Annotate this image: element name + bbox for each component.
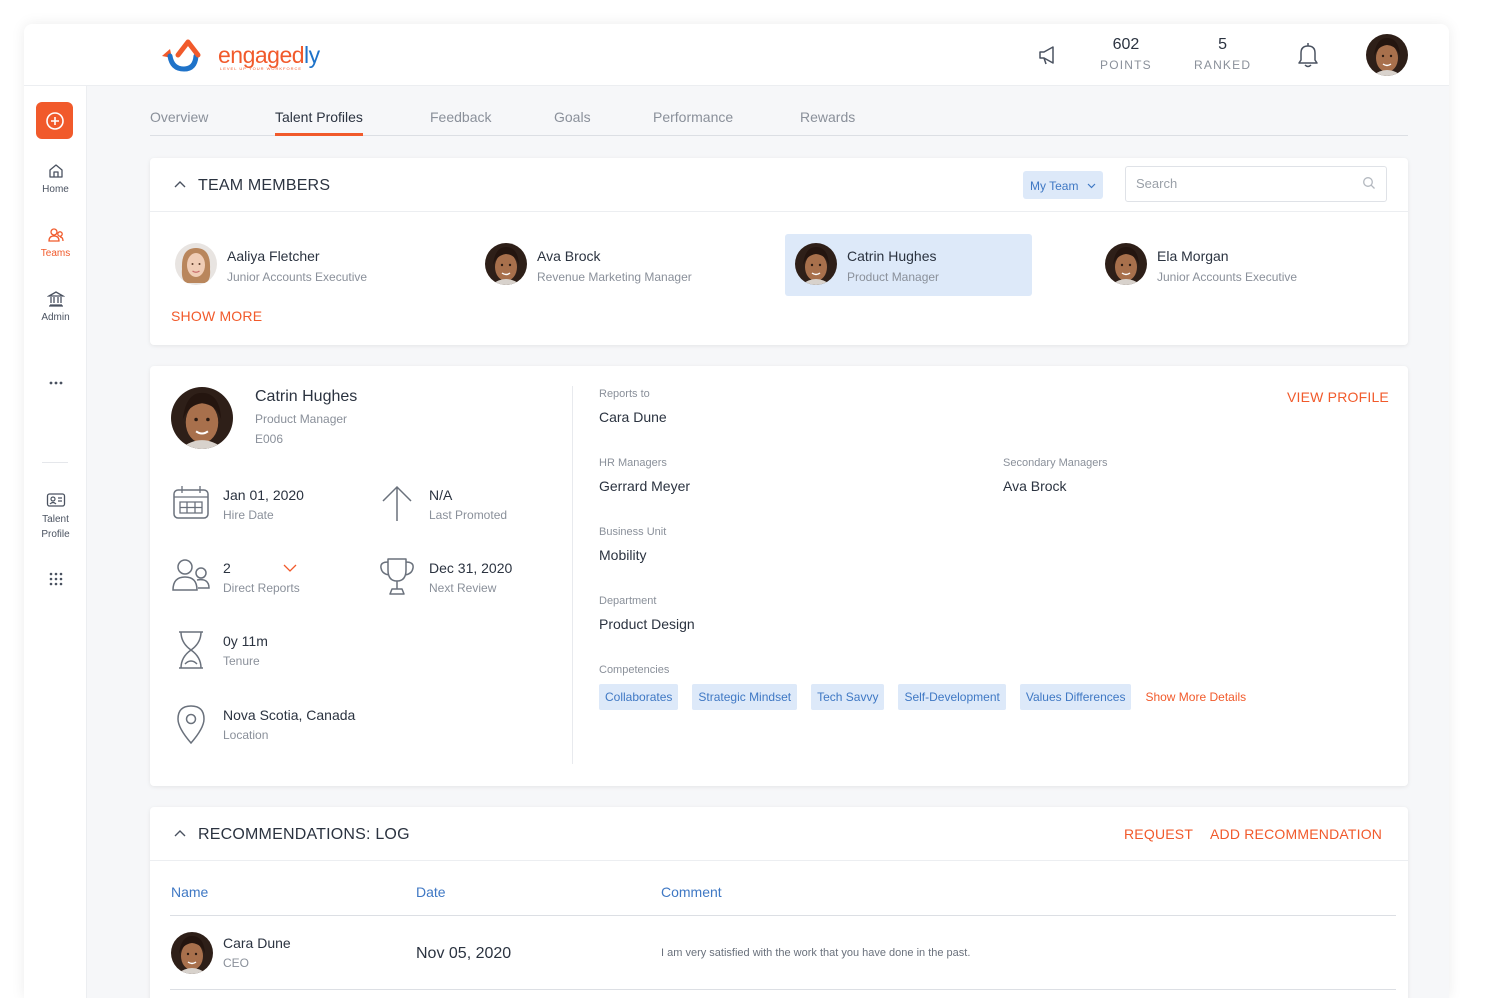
- competency-chip[interactable]: Values Differences: [1019, 684, 1132, 710]
- logo-tagline: LEVEL UP YOUR WORKFORCE: [220, 66, 303, 71]
- apps-grid-icon[interactable]: [24, 572, 87, 590]
- competency-chip[interactable]: Strategic Mindset: [692, 684, 798, 710]
- more-dots-icon[interactable]: [24, 380, 87, 390]
- column-header-name[interactable]: Name: [171, 884, 208, 900]
- recommendations-title: RECOMMENDATIONS: LOG: [198, 826, 410, 843]
- row-divider: [170, 989, 1396, 990]
- profile-divider: [572, 386, 573, 764]
- profile-avatar: [171, 387, 233, 449]
- hourglass-icon: [179, 631, 203, 669]
- tab-overview[interactable]: Overview: [150, 109, 208, 136]
- tab-talent-profiles[interactable]: Talent Profiles: [275, 109, 363, 136]
- admin-icon: [46, 291, 65, 307]
- team-filter-dropdown[interactable]: My Team: [1023, 171, 1103, 199]
- member-avatar: [485, 243, 527, 285]
- tab-rewards[interactable]: Rewards: [800, 109, 855, 136]
- department-field: Department Product Design: [599, 595, 695, 632]
- recommender-name: Cara Dune: [223, 935, 291, 951]
- competency-chip[interactable]: Tech Savvy: [811, 684, 885, 710]
- profile-name: Catrin Hughes: [255, 388, 358, 405]
- home-icon: [48, 164, 63, 178]
- recommendation-date: Nov 05, 2020: [416, 945, 512, 962]
- team-search: [1125, 166, 1387, 202]
- create-button[interactable]: [36, 102, 73, 139]
- bell-icon[interactable]: [1297, 42, 1319, 73]
- chevron-up-icon[interactable]: [174, 829, 186, 837]
- team-member-card[interactable]: Ava Brock Revenue Marketing Manager: [475, 234, 722, 296]
- chevron-down-icon[interactable]: [283, 564, 297, 573]
- view-profile-link[interactable]: VIEW PROFILE: [1287, 389, 1389, 405]
- profile-role: Product Manager: [255, 412, 348, 426]
- tab-goals[interactable]: Goals: [554, 109, 591, 136]
- recommendations-header: RECOMMENDATIONS: LOG REQUEST ADD RECOMME…: [150, 807, 1408, 861]
- ranked-stat[interactable]: 5 RANKED: [1194, 36, 1251, 72]
- competency-chip[interactable]: Self-Development: [898, 684, 1006, 710]
- sidebar-divider: [42, 462, 68, 463]
- engagedly-logo[interactable]: engagedly LEVEL UP YOUR WORKFORCE: [158, 36, 320, 74]
- competencies-label: Competencies: [599, 664, 670, 676]
- show-more-details-link[interactable]: Show More Details: [1145, 690, 1246, 704]
- teams-icon: [47, 228, 64, 242]
- app-window: engagedly LEVEL UP YOUR WORKFORCE 602 PO…: [24, 24, 1449, 998]
- chevron-down-icon: [1087, 178, 1096, 192]
- reports-to-field: Reports to Cara Dune: [599, 388, 667, 425]
- sidebar-item-home[interactable]: Home: [24, 162, 87, 195]
- chevron-up-icon[interactable]: [174, 180, 186, 188]
- main-tabs: Overview Talent Profiles Feedback Goals …: [150, 106, 1408, 136]
- plus-circle-icon: [45, 111, 64, 130]
- competency-chip[interactable]: Collaborates: [599, 684, 679, 710]
- search-input[interactable]: [1136, 176, 1356, 191]
- user-avatar[interactable]: [1366, 34, 1408, 76]
- search-icon[interactable]: [1362, 176, 1376, 195]
- member-avatar: [1105, 243, 1147, 285]
- team-member-card[interactable]: Ela Morgan Junior Accounts Executive: [1095, 234, 1342, 296]
- recommender-avatar: [171, 932, 213, 974]
- recommendation-comment: I am very satisfied with the work that y…: [661, 947, 971, 959]
- member-avatar: [175, 243, 217, 285]
- top-bar: engagedly LEVEL UP YOUR WORKFORCE 602 PO…: [24, 24, 1449, 86]
- profile-card: Catrin Hughes Product Manager E006 Jan 0…: [150, 366, 1408, 786]
- logo-mark-icon: [162, 39, 201, 72]
- recommender-title: CEO: [223, 956, 250, 970]
- column-header-date[interactable]: Date: [416, 884, 446, 900]
- points-stat[interactable]: 602 POINTS: [1100, 36, 1152, 72]
- tab-performance[interactable]: Performance: [653, 109, 733, 136]
- team-member-card[interactable]: Aaliya Fletcher Junior Accounts Executiv…: [165, 234, 412, 296]
- tab-feedback[interactable]: Feedback: [430, 109, 491, 136]
- trophy-icon: [380, 558, 414, 595]
- megaphone-icon[interactable]: [1037, 45, 1059, 70]
- hr-managers-field: HR Managers Gerrard Meyer: [599, 457, 691, 494]
- sidebar-item-talent-profile[interactable]: Talent Profile: [24, 492, 87, 542]
- recommendations-card: RECOMMENDATIONS: LOG REQUEST ADD RECOMME…: [150, 807, 1408, 998]
- logo-wordmark: engagedly: [218, 41, 320, 68]
- calendar-icon: [173, 486, 209, 519]
- request-button[interactable]: REQUEST: [1124, 826, 1193, 842]
- people-icon: [172, 559, 210, 591]
- business-unit-field: Business Unit Mobility: [599, 526, 667, 563]
- competency-chips: Collaborates Strategic Mindset Tech Savv…: [599, 684, 1246, 710]
- sidebar-item-admin[interactable]: Admin: [24, 290, 87, 323]
- add-recommendation-button[interactable]: ADD RECOMMENDATION: [1210, 826, 1382, 842]
- sidebar: Home Teams Admin Talent Profile: [24, 86, 87, 998]
- team-member-card-selected[interactable]: Catrin Hughes Product Manager: [785, 234, 1032, 296]
- sidebar-item-teams[interactable]: Teams: [24, 226, 87, 259]
- profile-employee-id: E006: [255, 432, 284, 446]
- team-members-title: TEAM MEMBERS: [198, 177, 331, 194]
- location-pin-icon: [177, 705, 205, 745]
- team-members-card: TEAM MEMBERS My Team Aaliya Fletcher Jun…: [150, 158, 1408, 345]
- team-members-header: TEAM MEMBERS My Team: [150, 158, 1408, 212]
- table-header-divider: [170, 915, 1396, 916]
- id-card-icon: [46, 493, 65, 507]
- column-header-comment[interactable]: Comment: [661, 884, 722, 900]
- member-avatar: [795, 243, 837, 285]
- arrow-up-icon: [382, 485, 412, 521]
- secondary-managers-field: Secondary Managers Ava Brock: [1003, 457, 1108, 494]
- show-more-link[interactable]: SHOW MORE: [171, 308, 262, 324]
